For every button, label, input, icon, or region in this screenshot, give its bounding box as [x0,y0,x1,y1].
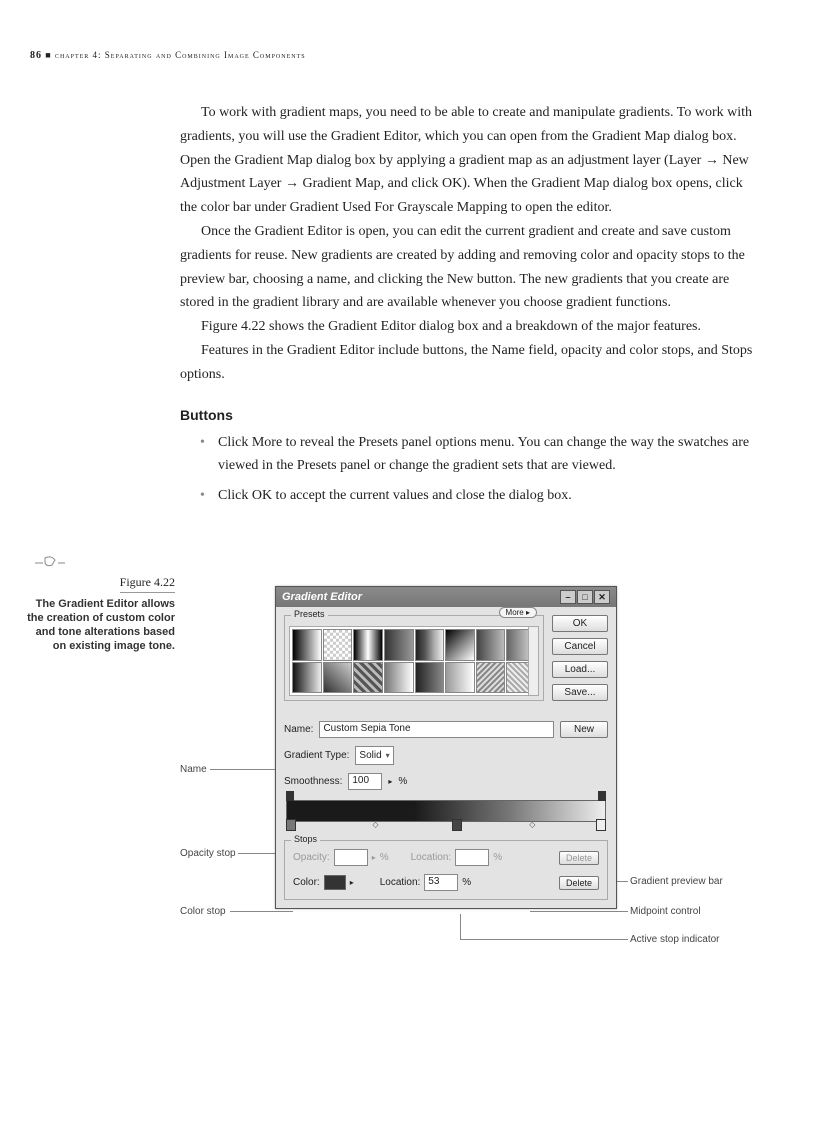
chapter-title: chapter 4: Separating and Combining Imag… [55,50,306,60]
color-stop-active[interactable] [452,819,462,831]
callout-opacity-stop: Opacity stop [180,848,236,859]
bullet-item: Click OK to accept the current values an… [200,484,756,508]
body-paragraph: Figure 4.22 shows the Gradient Editor di… [180,315,756,339]
body-paragraph: Features in the Gradient Editor include … [180,339,756,387]
delete-opacity-button: Delete [559,851,599,865]
midpoint-icon[interactable]: ◇ [529,820,535,829]
gradient-type-label: Gradient Type: [284,750,349,761]
gradient-swatch[interactable] [415,662,445,694]
location-field-label: Location: [380,877,421,888]
callout-active-stop: Active stop indicator [630,934,720,945]
gradient-swatch[interactable] [292,662,322,694]
gradient-swatch[interactable] [292,629,322,661]
callout-name: Name [180,764,207,775]
gradient-swatch[interactable] [323,629,353,661]
smoothness-input[interactable]: 100 [348,773,382,790]
callout-color-stop: Color stop [180,906,226,917]
figure-number: Figure 4.22 [120,575,175,593]
chevron-right-icon[interactable]: ▸ [350,878,354,887]
minimize-icon[interactable]: – [560,590,576,604]
callout-midpoint: Midpoint control [630,906,701,917]
gradient-preview-bar[interactable] [286,800,606,822]
percent-label: % [493,852,502,863]
page-number: 86 [30,50,42,61]
save-button[interactable]: Save... [552,684,608,701]
gradient-type-select[interactable]: Solid [355,746,393,765]
more-button[interactable]: More ▸ [499,607,537,618]
presets-label: Presets [291,609,328,619]
figure-caption: The Gradient Editor allows the creation … [27,598,175,653]
percent-label: % [398,776,407,787]
percent-label: % [380,852,389,863]
figure-sidebar: Figure 4.22 The Gradient Editor allows t… [25,575,175,654]
maximize-icon[interactable]: □ [577,590,593,604]
gradient-swatch[interactable] [445,629,475,661]
color-well[interactable] [324,875,346,890]
smoothness-label: Smoothness: [284,776,342,787]
leader-line [460,914,461,939]
gradient-swatch[interactable] [323,662,353,694]
cancel-button[interactable]: Cancel [552,638,608,655]
chevron-right-icon: ▸ [372,853,376,862]
dialog-title: Gradient Editor [282,591,362,603]
figure-4-22: Name Opacity stop Color stop Gradient pr… [180,586,740,1036]
mouse-icon [35,555,65,571]
stops-label: Stops [291,834,320,844]
body-paragraph: To work with gradient maps, you need to … [180,101,756,220]
opacity-location-input [455,849,489,866]
body-paragraph: Once the Gradient Editor is open, you ca… [180,220,756,315]
gradient-swatch[interactable] [384,662,414,694]
close-icon[interactable]: ✕ [594,590,610,604]
gradient-swatch[interactable] [353,629,383,661]
ok-button[interactable]: OK [552,615,608,632]
color-stop[interactable] [596,819,606,831]
new-button[interactable]: New [560,721,608,738]
load-button[interactable]: Load... [552,661,608,678]
scrollbar[interactable] [528,627,538,695]
opacity-stop[interactable] [598,791,606,801]
gradient-swatch[interactable] [476,629,506,661]
dialog-titlebar[interactable]: Gradient Editor – □ ✕ [276,587,616,607]
gradient-swatch[interactable] [384,629,414,661]
gradient-swatch[interactable] [445,662,475,694]
chevron-right-icon[interactable]: ▸ [388,777,392,786]
gradient-swatch[interactable] [476,662,506,694]
gradient-swatch[interactable] [353,662,383,694]
leader-line [460,939,628,940]
location-field-label: Location: [411,852,452,863]
presets-grid[interactable] [289,626,539,696]
opacity-field-label: Opacity: [293,852,330,863]
running-head: 86 ■ chapter 4: Separating and Combining… [30,50,756,61]
opacity-input [334,849,368,866]
callout-gradient-preview: Gradient preview bar [630,876,723,887]
gradient-editor-dialog: Gradient Editor – □ ✕ Presets More ▸ [275,586,617,909]
percent-label: % [462,877,471,888]
section-heading-buttons: Buttons [180,407,756,423]
opacity-stop[interactable] [286,791,294,801]
gradient-swatch[interactable] [415,629,445,661]
color-location-input[interactable]: 53 [424,874,458,891]
bullet-item: Click More to reveal the Presets panel o… [200,431,756,479]
leader-line [230,911,293,912]
color-stop[interactable] [286,819,296,831]
delete-color-button[interactable]: Delete [559,876,599,890]
name-label: Name: [284,724,313,735]
color-field-label: Color: [293,877,320,888]
midpoint-icon[interactable]: ◇ [372,820,378,829]
name-input[interactable]: Custom Sepia Tone [319,721,554,738]
leader-line [530,911,628,912]
